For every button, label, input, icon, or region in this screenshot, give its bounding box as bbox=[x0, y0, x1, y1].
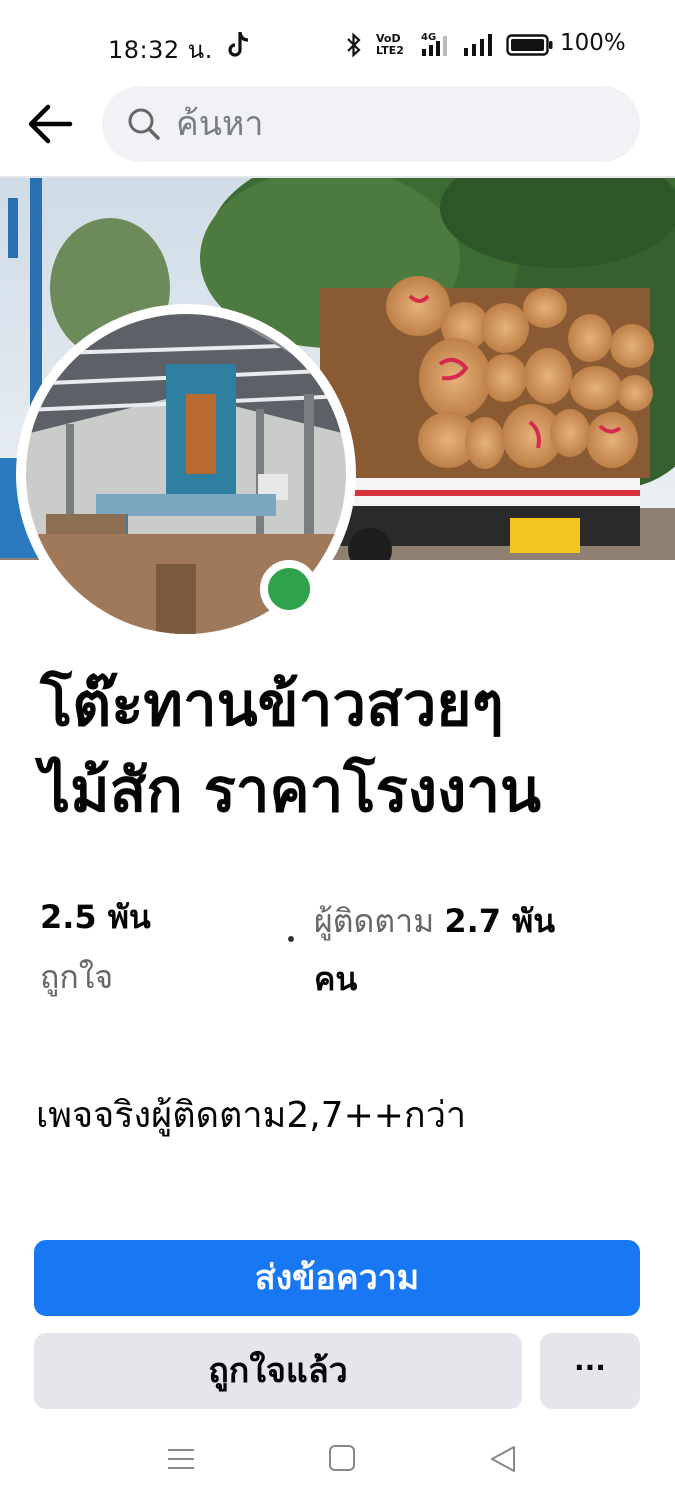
followers-stat[interactable]: ผู้ติดตาม 2.7 พัน คน bbox=[314, 892, 644, 1008]
liked-button[interactable]: ถูกใจแล้ว bbox=[34, 1333, 522, 1409]
page-title-line-2: ไม้สัก ราคาโรงงาน bbox=[40, 756, 542, 826]
search-input[interactable] bbox=[176, 102, 616, 146]
battery-percent: 100% bbox=[560, 30, 626, 56]
bluetooth-icon bbox=[347, 32, 361, 58]
signal-icon bbox=[464, 34, 492, 56]
back-arrow-icon[interactable] bbox=[24, 100, 76, 148]
volte-icon: VoD LTE2 bbox=[376, 32, 404, 57]
followers-count: 2.7 พัน bbox=[444, 902, 556, 940]
more-options-button[interactable]: ··· bbox=[540, 1333, 640, 1409]
likes-label[interactable]: ถูกใจ bbox=[40, 952, 113, 1003]
online-status-indicator bbox=[260, 560, 318, 618]
battery-icon bbox=[506, 34, 553, 56]
likes-count[interactable]: 2.5 พัน bbox=[40, 892, 151, 943]
network-label: 4G bbox=[421, 32, 436, 43]
search-icon bbox=[128, 108, 160, 140]
page-title: โต๊ะทานข้าวสวยๆ ไม้สัก ราคาโรงงาน bbox=[40, 662, 650, 834]
send-message-button[interactable]: ส่งข้อความ bbox=[34, 1240, 640, 1316]
search-bar[interactable] bbox=[102, 86, 640, 162]
status-bar: 18:32 น. VoD LTE2 4G 100% bbox=[0, 0, 675, 88]
page-bio: เพจจริงผู้ติดตาม2,7++กว่า bbox=[36, 1095, 467, 1136]
stat-separator-dot bbox=[288, 936, 294, 942]
signal-4g-icon: 4G bbox=[421, 32, 447, 56]
system-navigation-bar bbox=[0, 1410, 675, 1500]
followers-label: ผู้ติดตาม bbox=[314, 902, 435, 940]
home-icon[interactable] bbox=[328, 1444, 356, 1472]
status-time: 18:32 น. bbox=[108, 36, 213, 64]
page-title-line-1: โต๊ะทานข้าวสวยๆ bbox=[40, 670, 504, 740]
followers-unit: คน bbox=[314, 960, 358, 998]
nav-back-icon[interactable] bbox=[488, 1444, 518, 1474]
tiktok-icon bbox=[228, 32, 249, 57]
recent-apps-icon[interactable] bbox=[166, 1444, 196, 1474]
